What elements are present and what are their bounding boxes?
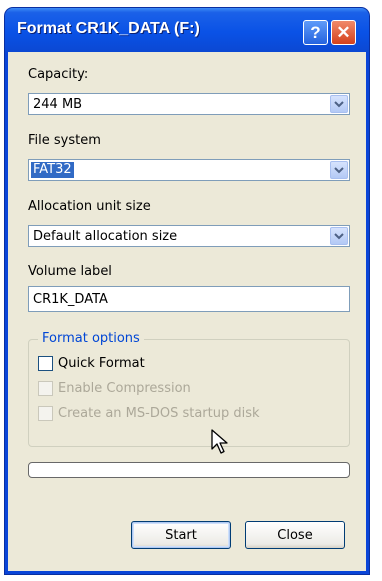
allocation-unit-label: Allocation unit size bbox=[28, 199, 151, 214]
capacity-label: Capacity: bbox=[28, 67, 89, 82]
allocation-unit-value: Default allocation size bbox=[33, 229, 178, 244]
capacity-value: 244 MB bbox=[33, 97, 83, 112]
volume-label-label: Volume label bbox=[28, 264, 112, 279]
title-bar[interactable]: Format CR1K_DATA (F:) ? ✕ bbox=[5, 8, 369, 52]
enable-compression-label: Enable Compression bbox=[58, 381, 191, 396]
file-system-dropdown[interactable]: FAT32 bbox=[28, 159, 350, 181]
dialog-body: Capacity: 244 MB File system FAT32 Alloc… bbox=[8, 52, 366, 571]
volume-label-value: CR1K_DATA bbox=[33, 292, 108, 307]
chevron-down-icon[interactable] bbox=[330, 95, 348, 113]
help-button[interactable]: ? bbox=[303, 20, 328, 45]
quick-format-label: Quick Format bbox=[58, 356, 145, 371]
file-system-value: FAT32 bbox=[31, 162, 74, 178]
allocation-unit-dropdown[interactable]: Default allocation size bbox=[28, 225, 350, 247]
checkbox-icon bbox=[38, 381, 53, 396]
format-dialog: Format CR1K_DATA (F:) ? ✕ Capacity: 244 … bbox=[5, 8, 369, 574]
close-window-button[interactable]: ✕ bbox=[331, 20, 356, 45]
format-options-title: Format options bbox=[38, 331, 144, 346]
start-button[interactable]: Start bbox=[131, 521, 231, 549]
checkbox-icon bbox=[38, 406, 53, 421]
checkbox-icon[interactable] bbox=[38, 356, 53, 371]
file-system-label: File system bbox=[28, 133, 101, 148]
mouse-cursor-icon bbox=[211, 429, 228, 454]
close-button[interactable]: Close bbox=[245, 521, 345, 549]
capacity-dropdown[interactable]: 244 MB bbox=[28, 93, 350, 115]
format-progress-bar bbox=[28, 462, 350, 478]
volume-label-input[interactable]: CR1K_DATA bbox=[28, 286, 350, 312]
chevron-down-icon[interactable] bbox=[330, 227, 348, 245]
chevron-down-icon[interactable] bbox=[330, 161, 348, 179]
window-title: Format CR1K_DATA (F:) bbox=[17, 20, 200, 37]
msdos-startup-label: Create an MS-DOS startup disk bbox=[58, 406, 260, 421]
